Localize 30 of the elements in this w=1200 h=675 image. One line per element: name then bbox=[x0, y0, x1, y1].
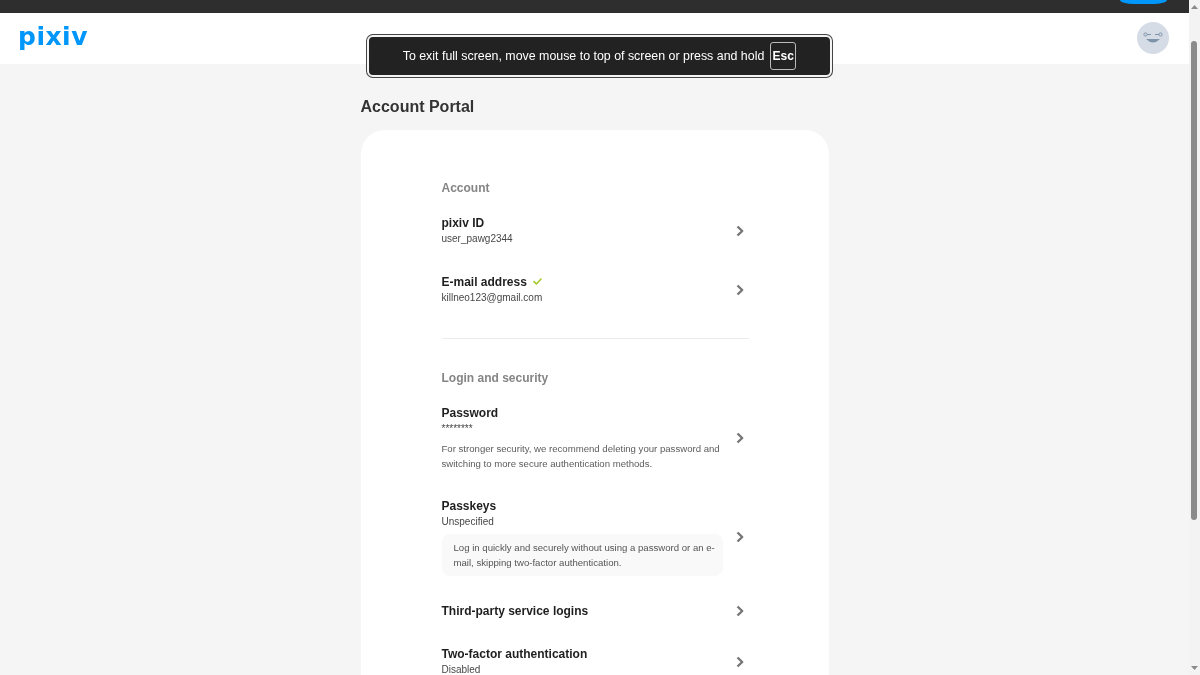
chevron-icon[interactable] bbox=[735, 225, 744, 237]
keyboard-key: Esc bbox=[770, 42, 797, 70]
chevron-icon[interactable] bbox=[735, 284, 744, 296]
chevron-icon[interactable] bbox=[735, 605, 744, 617]
chevron-icon[interactable] bbox=[735, 531, 744, 543]
setting-title: Third-party service logins bbox=[441, 603, 589, 619]
section-heading: Account bbox=[441, 180, 491, 196]
avatar-icon[interactable] bbox=[1137, 21, 1169, 54]
setting-value: user_pawg2344 bbox=[441, 232, 514, 246]
setting-value: killneo123@gmail.com bbox=[441, 291, 544, 305]
chevron-icon[interactable] bbox=[735, 656, 744, 668]
logo[interactable]: pixiv bbox=[18, 23, 88, 50]
setting-value: Unspecified bbox=[441, 515, 495, 529]
setting-title: Two-factor authentication bbox=[441, 646, 588, 662]
scrollbar-thumb[interactable] bbox=[1191, 41, 1197, 520]
setting-title: E-mail address bbox=[441, 274, 527, 290]
setting-title: pixiv ID bbox=[441, 215, 485, 231]
info-note: Log in quickly and securely without using a password or an e-mail, skipping two-factor authentication. bbox=[441, 534, 723, 576]
setting-title: Password bbox=[441, 405, 499, 421]
page-title: Account Portal bbox=[360, 97, 476, 117]
chevron-icon[interactable] bbox=[735, 432, 744, 444]
setting-value: Disabled bbox=[441, 663, 482, 675]
setting-description: For stronger security, we recommend deleting your password and switching to more secure authentication methods. bbox=[441, 442, 721, 471]
scroll-down-icon[interactable] bbox=[1191, 666, 1198, 670]
notice-text: To exit full screen, move mouse to top of screen or press and hold bbox=[402, 49, 765, 63]
setting-value: ******** bbox=[441, 422, 474, 436]
setting-title: Passkeys bbox=[441, 498, 497, 514]
cut-off-button[interactable] bbox=[1120, 0, 1167, 4]
scroll-up-icon[interactable] bbox=[1191, 5, 1198, 9]
section-heading: Login and security bbox=[441, 370, 550, 386]
